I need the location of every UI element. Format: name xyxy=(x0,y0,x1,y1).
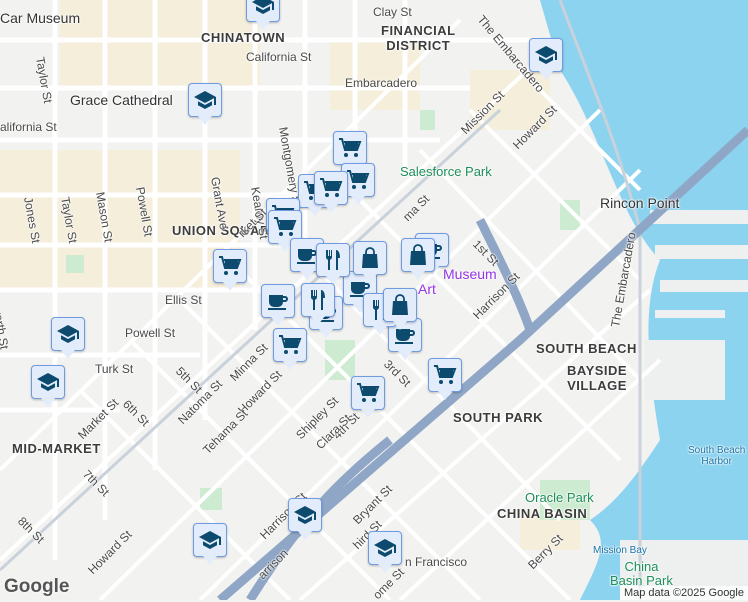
cart-marker[interactable] xyxy=(314,171,348,213)
area-label: CHINATOWN xyxy=(201,30,286,45)
cart-icon xyxy=(273,215,297,239)
school-marker[interactable] xyxy=(188,83,222,125)
cart-icon xyxy=(218,254,242,278)
poi-label: Powell St xyxy=(125,326,176,340)
area-label: SOUTH PARK xyxy=(453,410,543,425)
school-icon xyxy=(251,0,275,17)
cart-icon xyxy=(278,333,302,357)
bag-icon xyxy=(388,293,412,317)
fork-icon xyxy=(306,288,330,312)
cart-icon xyxy=(433,363,457,387)
cart-icon xyxy=(346,168,370,192)
street-label: alifornia St xyxy=(0,120,57,134)
bag-marker[interactable] xyxy=(401,238,435,280)
school-icon xyxy=(36,370,60,394)
cart-marker[interactable] xyxy=(333,131,367,173)
cup-marker[interactable] xyxy=(261,284,295,326)
cart-marker[interactable] xyxy=(351,376,385,418)
street-label: Clay St xyxy=(373,5,412,19)
poi-label: Oracle Park xyxy=(525,490,594,505)
school-marker[interactable] xyxy=(31,365,65,407)
fork-marker[interactable] xyxy=(301,283,335,325)
fork-marker[interactable] xyxy=(316,243,350,285)
poi-label: China Basin Park xyxy=(610,559,673,588)
poi-label: Salesforce Park xyxy=(400,164,492,179)
area-label: Rincon Point xyxy=(600,195,680,211)
bag-icon xyxy=(358,246,382,270)
school-icon xyxy=(534,43,558,67)
poi-label: Museum xyxy=(443,266,497,282)
fork-icon xyxy=(321,248,345,272)
street-label: California St xyxy=(246,50,312,64)
area-label: FINANCIAL DISTRICT xyxy=(381,23,456,53)
poi-label: n Francisco xyxy=(405,555,468,569)
poi-label: South Beach Harbor xyxy=(688,445,746,467)
school-icon xyxy=(198,528,222,552)
poi-label: Mission Bay xyxy=(593,545,647,556)
area-label: CHINA BASIN xyxy=(497,506,588,521)
cart-icon xyxy=(338,136,362,160)
school-icon xyxy=(293,503,317,527)
cart-marker[interactable] xyxy=(273,328,307,370)
street-label: Turk St xyxy=(95,362,134,376)
cup-icon xyxy=(266,289,290,313)
area-label: BAYSIDE VILLAGE xyxy=(567,363,628,393)
bag-marker[interactable] xyxy=(353,241,387,283)
bag-icon xyxy=(406,243,430,267)
poi-label: Car Museum xyxy=(0,10,81,26)
cart-icon xyxy=(319,176,343,200)
school-icon xyxy=(373,536,397,560)
school-icon xyxy=(193,88,217,112)
school-marker[interactable] xyxy=(51,317,85,359)
school-marker[interactable] xyxy=(529,38,563,80)
poi-label: Embarcadero xyxy=(345,76,418,90)
area-label: SOUTH BEACH xyxy=(536,341,637,356)
poi-label: Grace Cathedral xyxy=(70,92,173,108)
google-logo: Google xyxy=(4,576,70,597)
school-icon xyxy=(56,322,80,346)
map-attribution[interactable]: Map data ©2025 Google xyxy=(619,586,748,600)
school-marker[interactable] xyxy=(288,498,322,540)
school-marker[interactable] xyxy=(246,0,280,30)
school-marker[interactable] xyxy=(193,523,227,565)
bag-marker[interactable] xyxy=(383,288,417,330)
area-label: MID-MARKET xyxy=(12,441,101,456)
cart-marker[interactable] xyxy=(213,249,247,291)
street-label: Ellis St xyxy=(165,293,202,307)
cart-marker[interactable] xyxy=(428,358,462,400)
poi-label: Art xyxy=(418,281,436,297)
school-marker[interactable] xyxy=(368,531,402,573)
cart-icon xyxy=(356,381,380,405)
